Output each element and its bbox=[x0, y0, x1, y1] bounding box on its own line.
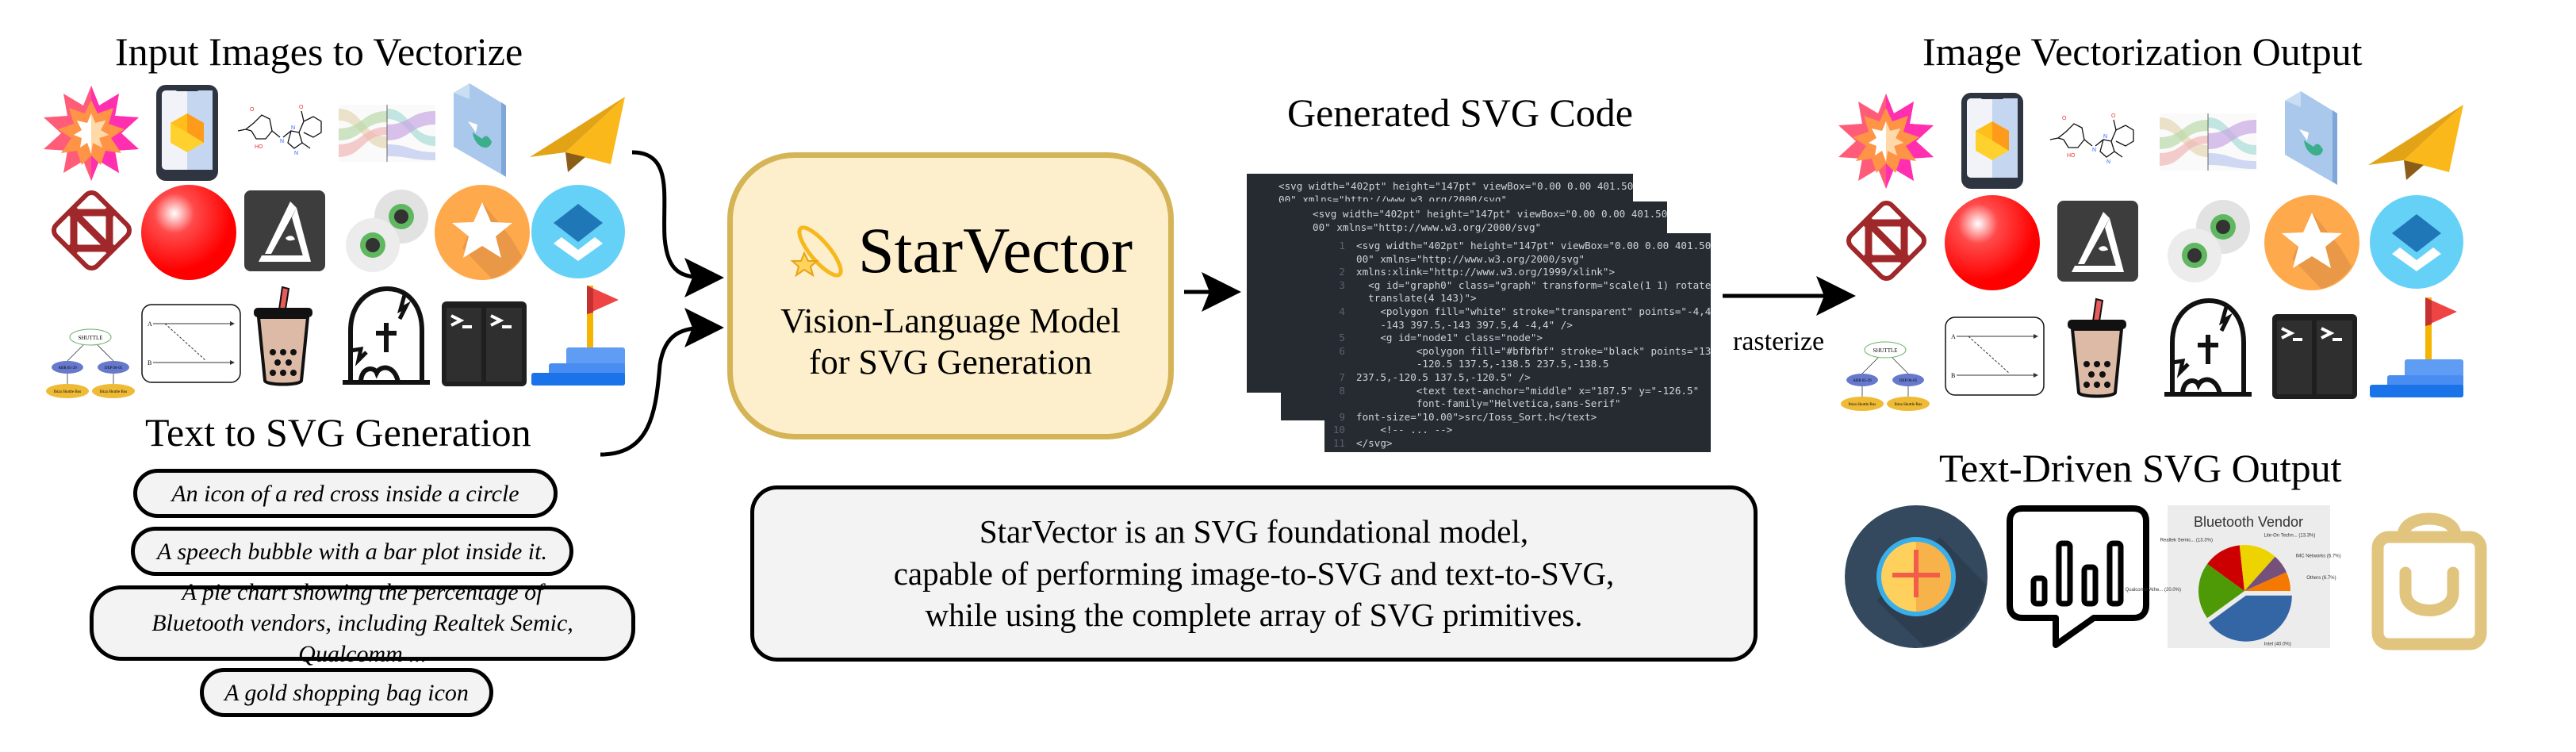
svg-text:O: O bbox=[2111, 113, 2116, 119]
output-paper-plane-icon bbox=[2368, 105, 2464, 181]
line-number: 10 bbox=[1332, 424, 1345, 436]
output-sequence-diagram-icon: A B bbox=[1945, 316, 2045, 396]
output-sankey-icon bbox=[2160, 113, 2257, 171]
pie-label: Qualcomm Athe... (20.0%) bbox=[2126, 588, 2181, 593]
code-line: font-size="10.00">src/Ioss_Sort.h</text> bbox=[1356, 410, 1597, 423]
seq-label-a: A bbox=[1951, 333, 1956, 340]
output-orange-star-icon bbox=[2264, 194, 2360, 290]
svg-text:N: N bbox=[2092, 148, 2096, 153]
red-cross-circle-icon bbox=[1845, 505, 1988, 648]
code-line: <g id="node1" class="node"> bbox=[1356, 332, 1543, 344]
line-number: 4 bbox=[1339, 305, 1345, 317]
code-line: -143 397.5,-143 397.5,4 -4,4" /> bbox=[1356, 318, 1573, 331]
output-icon-grid: O O HO N N N SHUTTLE ARR 05-29 DEP 06-05… bbox=[1784, 0, 2576, 412]
output-bubble-tea-icon bbox=[2067, 297, 2126, 398]
code-line: -120.5 137.5,-138.5 237.5,-138.5 bbox=[1356, 358, 1609, 370]
output-shuttle-graph-icon: SHUTTLE ARR 05-29 DEP 06-05 Ibiza Shuttl… bbox=[1841, 341, 1930, 412]
code-line: <svg width="402pt" height="147pt" viewBo… bbox=[1313, 208, 1667, 220]
output-crossed-square-diamond-icon bbox=[1846, 200, 1927, 281]
pie-label: Intel (40.0%) bbox=[2264, 642, 2291, 646]
shuttle-leaf-label: Ibiza Shuttle Bus bbox=[1895, 403, 1922, 407]
line-number: 3 bbox=[1339, 278, 1345, 291]
code-line: <!-- ... --> bbox=[1356, 424, 1453, 436]
image-input-arrow bbox=[631, 150, 724, 297]
output-stairs-flag-icon bbox=[2370, 297, 2464, 398]
output-phone-cube-icon bbox=[1961, 93, 2023, 190]
output-document-icon bbox=[2285, 91, 2338, 186]
pie-label: Realtek Semic... (13.3%) bbox=[2160, 539, 2213, 543]
summary-box: StarVector is an SVG foundational model,… bbox=[750, 485, 1758, 662]
pie-label: Lite-On Techn... (13.3%) bbox=[2264, 533, 2315, 538]
model-subtitle-line1: Vision-Language Model bbox=[780, 301, 1121, 340]
shuttle-mid-label: DEP 06-05 bbox=[1899, 379, 1918, 383]
code-line: <text text-anchor="middle" x="187.5" y="… bbox=[1356, 384, 1700, 397]
line-number: 2 bbox=[1339, 266, 1345, 278]
code-line: translate(4 143)"> bbox=[1356, 292, 1477, 305]
code-line: <polygon fill="#bfbfbf" stroke="black" p… bbox=[1356, 344, 1711, 357]
chart-title: Bluetooth Vendor bbox=[2194, 514, 2303, 530]
output-tombstone-icon bbox=[2164, 298, 2252, 397]
line-number: 7 bbox=[1339, 371, 1345, 383]
output-starburst-icon bbox=[1838, 94, 1934, 190]
code-line: xmlns:xlink="http://www.w3.org/1999/xlin… bbox=[1356, 266, 1616, 278]
shuttle-mid-label: ARR 05-29 bbox=[1853, 379, 1873, 383]
svg-text:N: N bbox=[2103, 134, 2107, 140]
model-name: StarVector bbox=[858, 214, 1133, 286]
line-number: 5 bbox=[1339, 332, 1345, 344]
shuttle-root-label: SHUTTLE bbox=[1873, 347, 1898, 354]
summary-line3: while using the complete array of SVG pr… bbox=[925, 597, 1583, 634]
seq-label-b: B bbox=[1951, 372, 1955, 379]
code-line: <g id="graph0" class="graph" transform="… bbox=[1356, 278, 1711, 291]
text-input-arrow bbox=[600, 308, 724, 457]
svg-text:N: N bbox=[2106, 159, 2110, 165]
shuttle-leaf-label: Ibiza Shuttle Bus bbox=[1849, 403, 1876, 407]
model-subtitle: Vision-Language Model for SVG Generation bbox=[733, 301, 1168, 383]
code-line: </svg> bbox=[1356, 437, 1393, 449]
line-number: 1 bbox=[1339, 240, 1345, 251]
output-red-ball-icon bbox=[1944, 194, 2040, 290]
output-terminal-icon bbox=[2272, 313, 2358, 399]
code-line: font-family="Helvetica,sans-Serif" bbox=[1356, 397, 1621, 410]
line-number: 9 bbox=[1339, 410, 1345, 423]
svg-text:HO: HO bbox=[2067, 153, 2076, 159]
speech-bubble-bars-icon bbox=[2007, 505, 2149, 648]
line-number: 11 bbox=[1332, 437, 1345, 449]
pie-label: Others (6.7%) bbox=[2306, 576, 2336, 581]
svg-text:O: O bbox=[2062, 116, 2067, 121]
line-number: 8 bbox=[1339, 384, 1345, 397]
output-molecule-icon: O O HO N N N bbox=[2049, 113, 2134, 165]
summary-line1: StarVector is an SVG foundational model, bbox=[979, 513, 1529, 551]
code-line: <svg width="402pt" height="147pt" viewBo… bbox=[1356, 240, 1711, 251]
summary-line2: capable of performing image-to-SVG and t… bbox=[893, 554, 1615, 592]
shooting-star-logo-icon bbox=[790, 225, 843, 278]
code-line: <polygon fill="white" stroke="transparen… bbox=[1356, 305, 1711, 317]
code-line: 00" xmlns="http://www.w3.org/2000/svg" bbox=[1313, 221, 1542, 233]
code-panel-front: 1 <svg width="402pt" height="147pt" viewB… bbox=[1324, 233, 1711, 452]
pie-label: IMC Networks (6.7%) bbox=[2296, 554, 2341, 558]
code-line: <svg width="402pt" height="147pt" viewBo… bbox=[1278, 180, 1633, 192]
code-line: 00" xmlns="http://www.w3.org/2000/svg" bbox=[1356, 252, 1585, 265]
gold-shopping-bag-icon bbox=[2371, 512, 2487, 650]
output-a-logo-icon bbox=[2057, 200, 2138, 282]
line-number: 6 bbox=[1339, 344, 1345, 357]
model-subtitle-line2: for SVG Generation bbox=[809, 342, 1092, 382]
code-line: 237.5,-120.5 137.5,-120.5" /> bbox=[1356, 371, 1531, 383]
starvector-model-box: StarVector Vision-Language Model for SVG… bbox=[727, 152, 1174, 439]
bluetooth-pie-chart: Bluetooth Vendor Intel (40.0%) Qualcomm A… bbox=[2126, 505, 2341, 648]
output-eyeballs-icon bbox=[2167, 199, 2250, 282]
output-layers-icon bbox=[2370, 194, 2464, 289]
